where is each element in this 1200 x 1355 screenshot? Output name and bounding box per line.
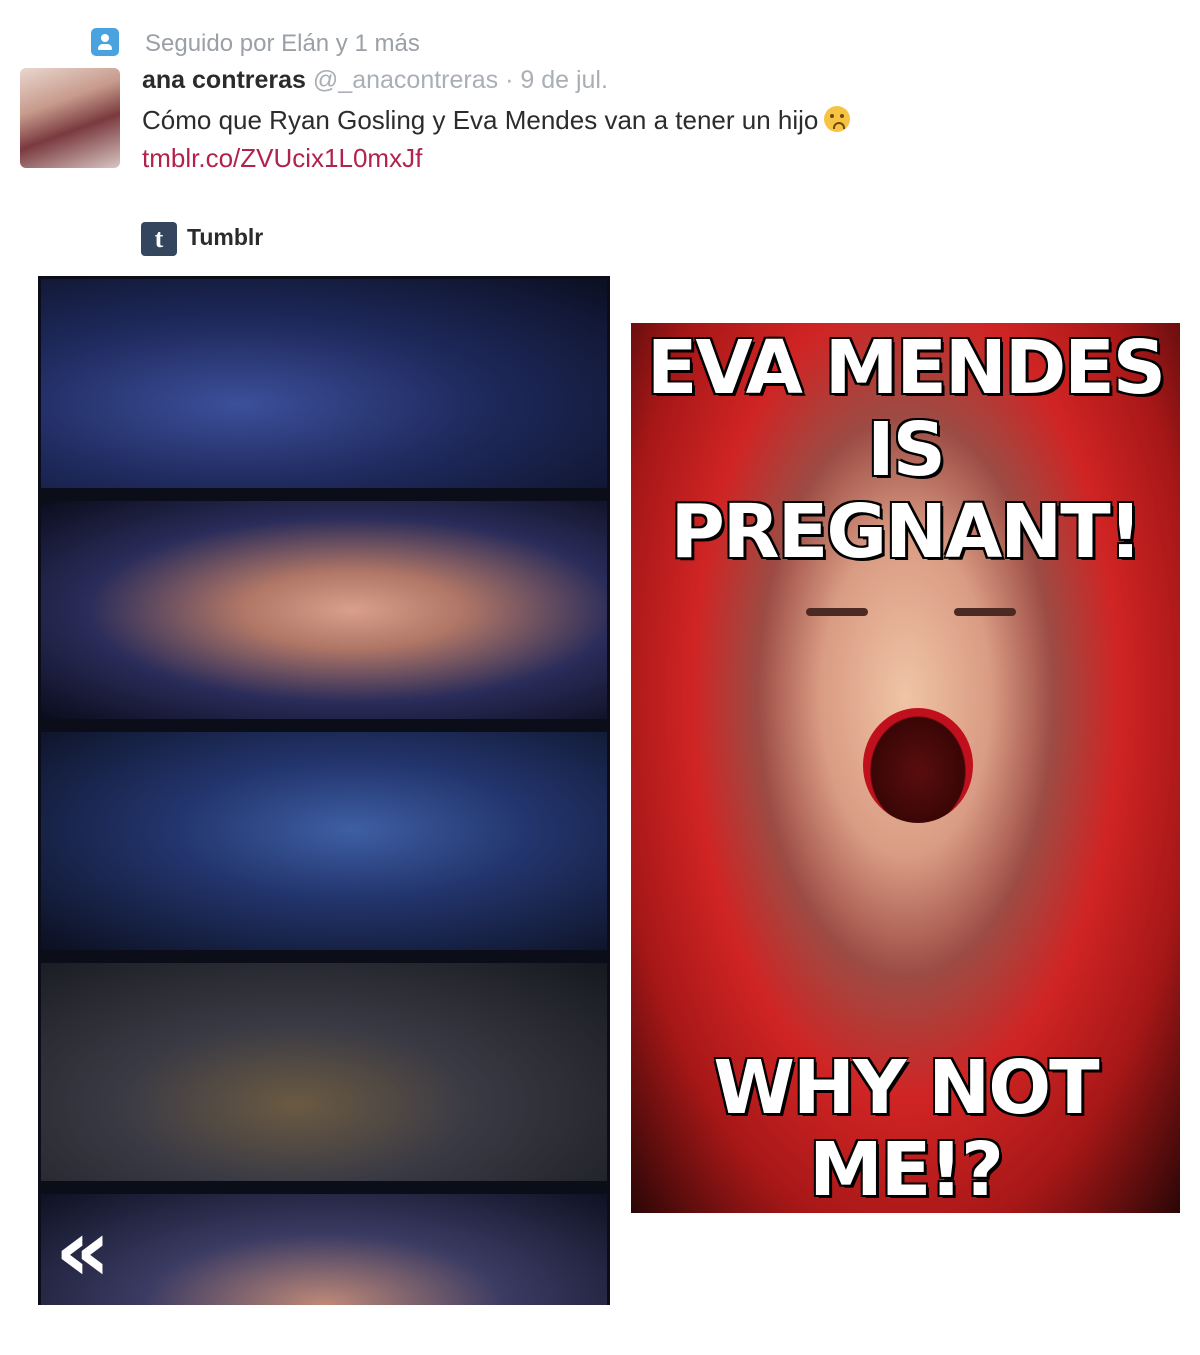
meme-bottom-caption: WHY NOT ME!? bbox=[713, 1045, 1099, 1213]
comic-strip-image[interactable]: « bbox=[38, 276, 610, 1305]
user-name[interactable]: ana contreras bbox=[142, 66, 306, 94]
meme-face-mouth bbox=[863, 708, 973, 823]
tumblr-source-label[interactable]: Tumblr bbox=[187, 224, 263, 251]
tweet-text: Cómo que Ryan Gosling y Eva Mendes van a… bbox=[142, 105, 819, 135]
tweet-link[interactable]: tmblr.co/ZVUcix1L0mxJf bbox=[142, 143, 422, 174]
avatar[interactable] bbox=[20, 68, 120, 168]
tweet-text-line: Cómo que Ryan Gosling y Eva Mendes van a… bbox=[142, 105, 851, 136]
comic-panel-5: « bbox=[41, 1194, 607, 1305]
follow-person-icon bbox=[91, 28, 119, 56]
comic-panel-4 bbox=[41, 963, 607, 1181]
meme-top-caption: EVA MENDES IS PREGNANT! bbox=[646, 325, 1166, 575]
comic-panel-1 bbox=[41, 279, 607, 488]
tweet-header: ana contreras @_anacontreras · 9 de jul. bbox=[142, 66, 608, 95]
tweet-date[interactable]: 9 de jul. bbox=[520, 66, 608, 94]
back-arrow-icon[interactable]: « bbox=[55, 1206, 111, 1296]
comic-panel-3 bbox=[41, 732, 607, 950]
comic-panel-2 bbox=[41, 501, 607, 719]
tumblr-logo-icon[interactable]: t bbox=[141, 222, 177, 256]
worried-face-emoji-icon bbox=[824, 106, 851, 132]
meme-face-eyes bbox=[806, 608, 1016, 622]
meme-image[interactable]: EVA MENDES IS PREGNANT! WHY NOT ME!? bbox=[631, 323, 1180, 1213]
user-handle[interactable]: @_anacontreras bbox=[313, 66, 498, 94]
header-separator: · bbox=[505, 66, 514, 94]
social-context-text[interactable]: Seguido por Elán y 1 más bbox=[145, 30, 420, 58]
